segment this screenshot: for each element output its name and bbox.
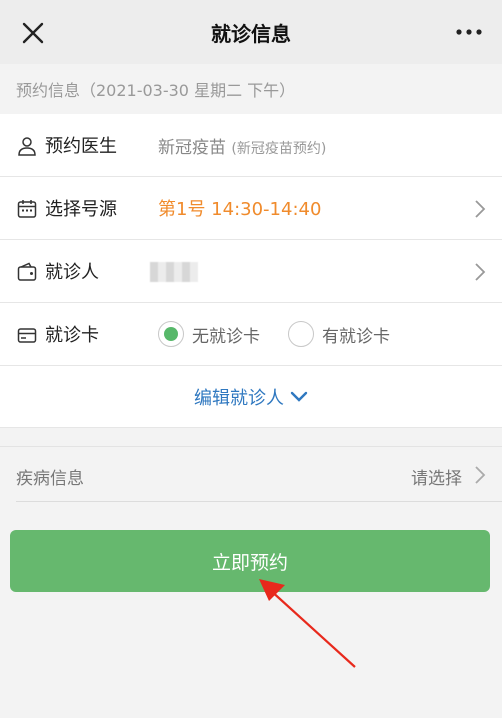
card-icon [17,328,37,343]
slot-value: 第1号 14:30-14:40 [158,199,322,220]
doctor-label: 预约医生 [45,136,117,157]
radio-unselected-icon [288,321,314,347]
red-arrow-annotation [259,579,356,668]
no-card-label: 无就诊卡 [192,326,260,347]
appointment-info-header: 预约信息（2021-03-30 星期二 下午） [0,64,502,114]
close-icon[interactable] [18,18,48,48]
wallet-icon [17,262,37,281]
disease-value: 请选择 [411,469,462,489]
chevron-right-icon [475,466,486,484]
edit-patient-label: 编辑就诊人 [194,387,284,409]
patient-row[interactable]: 就诊人 [0,240,502,303]
navigation-bar: 就诊信息 [0,0,502,64]
person-icon [18,137,36,156]
patient-label: 就诊人 [45,262,99,283]
disease-row[interactable]: 疾病信息 请选择 [0,446,502,502]
has-card-radio[interactable]: 有就诊卡 [288,321,390,347]
doctor-value: 新冠疫苗 (新冠疫苗预约) [158,137,327,158]
slot-row[interactable]: 选择号源 第1号 14:30-14:40 [0,177,502,240]
slot-label: 选择号源 [45,199,117,220]
has-card-label: 有就诊卡 [322,326,390,347]
appointment-card: 预约医生 新冠疫苗 (新冠疫苗预约) 选择号源 第1号 14:30-14:40 … [0,114,502,428]
doctor-row: 预约医生 新冠疫苗 (新冠疫苗预约) [0,114,502,177]
more-icon[interactable] [454,22,484,42]
doctor-note: (新冠疫苗预约) [231,140,327,157]
patient-name-redacted [150,262,198,282]
no-card-radio[interactable]: 无就诊卡 [158,321,260,347]
divider [16,501,502,502]
chevron-right-icon [475,263,486,281]
edit-patient-button[interactable]: 编辑就诊人 [0,366,502,428]
section-gap [0,430,502,446]
chevron-down-icon [290,391,308,402]
calendar-icon [17,200,37,218]
submit-appointment-button[interactable]: 立即预约 [10,530,490,592]
disease-label: 疾病信息 [16,469,84,489]
radio-selected-icon [158,321,184,347]
chevron-right-icon [475,200,486,218]
card-label: 就诊卡 [45,325,99,346]
page-title: 就诊信息 [211,21,291,46]
card-row: 就诊卡 无就诊卡 有就诊卡 [0,303,502,366]
